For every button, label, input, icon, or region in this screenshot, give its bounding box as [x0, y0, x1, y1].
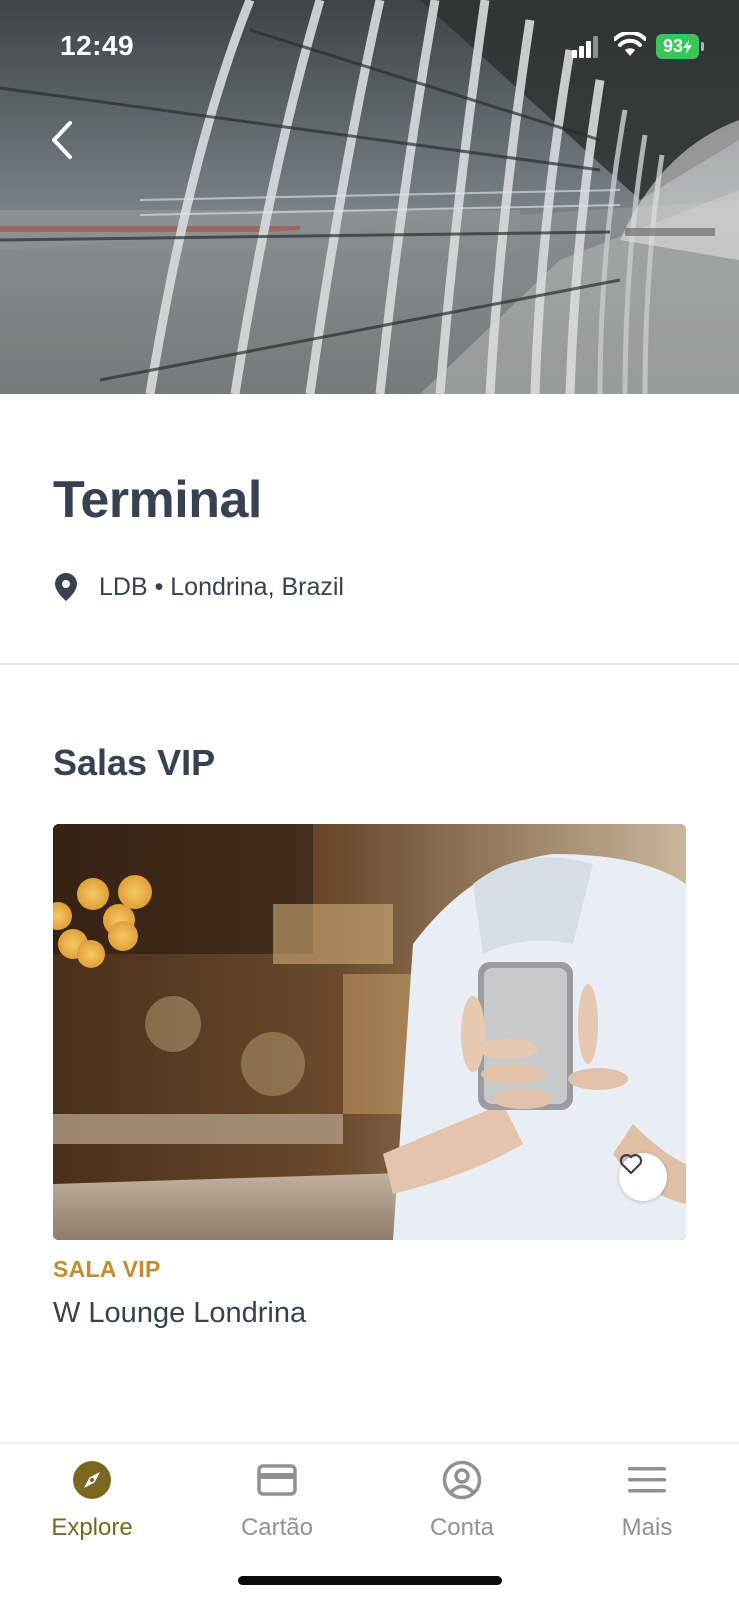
page-title: Terminal: [53, 471, 262, 529]
status-bar: 12:49 93: [0, 0, 739, 94]
location-row: LDB • Londrina, Brazil: [53, 570, 344, 604]
location-text: LDB • Londrina, Brazil: [99, 572, 344, 601]
chevron-left-icon: [52, 121, 72, 159]
account-icon: [440, 1458, 484, 1502]
tab-account[interactable]: Conta: [387, 1458, 537, 1558]
compass-icon: [70, 1458, 114, 1502]
screen: 12:49 93 Terminal LDB • Londrina, Brazil…: [0, 0, 739, 1600]
tab-label-explore: Explore: [51, 1514, 133, 1541]
section-title-lounges: Salas VIP: [53, 742, 216, 783]
cellular-signal-icon: [572, 36, 598, 58]
tab-label-more: Mais: [621, 1514, 673, 1541]
wifi-icon: [614, 32, 646, 56]
terminal-hero-image: 12:49 93: [0, 0, 739, 394]
tab-label-account: Conta: [429, 1514, 495, 1541]
tab-explore[interactable]: Explore: [17, 1458, 167, 1558]
status-time: 12:49: [60, 30, 135, 61]
card-icon: [255, 1458, 299, 1502]
charging-bolt-icon: [683, 39, 693, 54]
battery-indicator: 93: [656, 34, 704, 59]
favorite-button[interactable]: [619, 1153, 667, 1201]
lounge-card-image[interactable]: [53, 824, 686, 1240]
heart-icon: [619, 1154, 643, 1175]
tab-more[interactable]: Mais: [572, 1458, 722, 1558]
home-indicator[interactable]: [238, 1576, 502, 1585]
tab-label-card: Cartão: [240, 1514, 314, 1541]
back-button[interactable]: [40, 112, 84, 168]
lounge-photo-illustration: [53, 824, 686, 1240]
battery-level: 93: [662, 36, 684, 56]
tab-card[interactable]: Cartão: [202, 1458, 352, 1558]
lounge-name[interactable]: W Lounge Londrina: [53, 1297, 306, 1330]
menu-icon: [625, 1458, 669, 1502]
lounge-type-label: SALA VIP: [53, 1256, 161, 1282]
location-pin-icon: [53, 572, 79, 602]
divider: [0, 663, 739, 665]
